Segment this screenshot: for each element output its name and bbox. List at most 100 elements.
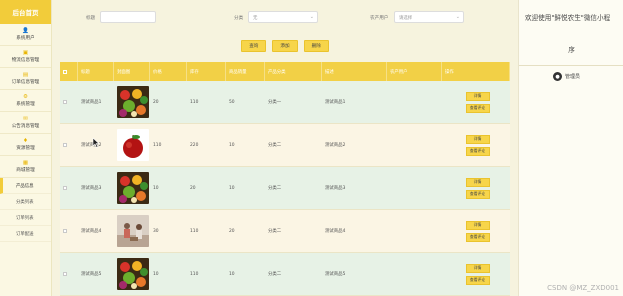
table-header: 标题 封面图 价格 库存 商品销量 产品分类 描述 农产用户 操作 <box>60 62 510 81</box>
sidebar-subnav: 产品信息 分类列表 订单列表 订单配送 <box>0 178 51 242</box>
cell-farmer <box>387 81 442 123</box>
title-filter-label: 标题 <box>86 16 96 21</box>
detail-button[interactable]: 详情 <box>465 220 490 230</box>
admin-user[interactable]: ● 管理员 <box>553 72 580 81</box>
cell-category: 分类一 <box>268 100 282 105</box>
chevron-down-icon: ⌄ <box>309 14 314 20</box>
sidebar: 后台首页 👤 系统用户 ▣ 物流信息管理 ▤ 订单信息管理 ⚙ 系统管理 ✉ 公告消息管理 ♦ 资源管… <box>0 0 52 296</box>
user-icon: 👤 <box>22 28 29 34</box>
cell-stock: 110 <box>190 271 199 277</box>
row-checkbox[interactable] <box>63 272 67 276</box>
category-filter-label: 分类 <box>234 16 244 21</box>
cell-sales: 10 <box>229 185 235 191</box>
sidebar-item-3[interactable]: ⚙ 系统管理 <box>0 90 51 112</box>
farmer-filter-label: 农产用户 <box>370 16 389 21</box>
sidebar-item-4[interactable]: ✉ 公告消息管理 <box>0 112 51 134</box>
detail-button[interactable]: 详情 <box>465 134 490 144</box>
product-cover-image <box>117 172 149 204</box>
view-reviews-button[interactable]: 查看评论 <box>465 232 490 242</box>
watermark: CSDN @MZ_ZXD001 <box>547 284 619 292</box>
add-button[interactable]: 添加 <box>272 40 298 52</box>
farmer-filter-select[interactable]: 请选择 ⌄ <box>394 11 464 23</box>
header-price: 价格 <box>150 62 187 81</box>
header-stock: 库存 <box>187 62 226 81</box>
row-checkbox[interactable] <box>63 143 67 147</box>
detail-button[interactable]: 详情 <box>465 177 490 187</box>
product-cover-image <box>117 86 149 118</box>
row-checkbox[interactable] <box>63 186 67 190</box>
sidebar-item-2[interactable]: ▤ 订单信息管理 <box>0 68 51 90</box>
cell-category: 分类二 <box>268 143 282 148</box>
view-reviews-button[interactable]: 查看评论 <box>465 275 490 285</box>
product-cover-image <box>117 215 149 247</box>
cell-stock: 110 <box>190 99 199 105</box>
sidebar-item-5[interactable]: ♦ 资源管理 <box>0 134 51 156</box>
notice-icon: ✉ <box>23 116 28 122</box>
chevron-down-icon: ⌄ <box>455 14 460 20</box>
query-button[interactable]: 查询 <box>241 40 267 52</box>
sidebar-item-label: 公告消息管理 <box>11 124 40 129</box>
mouse-pointer-icon <box>92 138 100 148</box>
header-description: 描述 <box>322 62 387 81</box>
cell-operations: 详情 查看评论 <box>442 210 510 252</box>
product-table: 标题 封面图 价格 库存 商品销量 产品分类 描述 农产用户 操作 测试商品1 2… <box>60 62 510 296</box>
sidebar-item-label: 订单信息管理 <box>11 80 40 85</box>
row-checkbox[interactable] <box>63 100 67 104</box>
cell-sales: 10 <box>229 142 235 148</box>
sidebar-item-1[interactable]: ▣ 物流信息管理 <box>0 46 51 68</box>
sidebar-subitem-2[interactable]: 订单列表 <box>0 210 51 226</box>
select-all-checkbox[interactable] <box>63 69 67 74</box>
cell-title: 测试商品5 <box>81 272 102 277</box>
cell-sales: 20 <box>229 228 235 234</box>
cell-description: 测试商品2 <box>325 143 346 148</box>
view-reviews-button[interactable]: 查看评论 <box>465 189 490 199</box>
cell-farmer <box>387 167 442 209</box>
delete-button[interactable]: 删除 <box>303 40 329 52</box>
cell-category: 分类二 <box>268 186 282 191</box>
table-row: 测试商品2 110 220 10 分类二 测试商品2 详情 查看评论 <box>60 124 510 167</box>
truck-icon: ▣ <box>22 50 29 56</box>
header-sales: 商品销量 <box>226 62 265 81</box>
cell-operations: 详情 查看评论 <box>442 253 510 295</box>
gear-icon: ⚙ <box>23 94 28 100</box>
cell-description: 测试商品4 <box>325 229 346 234</box>
avatar-icon: ● <box>553 72 562 81</box>
detail-button[interactable]: 详情 <box>465 91 490 101</box>
admin-app: 后台首页 👤 系统用户 ▣ 物流信息管理 ▤ 订单信息管理 ⚙ 系统管理 ✉ 公告消息管理 ♦ 资源管… <box>0 0 623 296</box>
cell-price: 30 <box>153 228 159 234</box>
sidebar-item-6[interactable]: ▦ 商城管理 <box>0 156 51 178</box>
cell-farmer <box>387 210 442 252</box>
welcome-text-continued: 序 <box>568 46 575 54</box>
view-reviews-button[interactable]: 查看评论 <box>465 146 490 156</box>
sidebar-subitem-3[interactable]: 订单配送 <box>0 226 51 242</box>
title-filter-input[interactable] <box>100 11 156 23</box>
divider <box>519 65 623 66</box>
sidebar-subitem-0[interactable]: 产品信息 <box>0 178 51 194</box>
welcome-panel: 欢迎使用"鲜悦农生"微信小程 序 ● 管理员 CSDN @MZ_ZXD001 <box>518 0 623 296</box>
sidebar-nav: 👤 系统用户 ▣ 物流信息管理 ▤ 订单信息管理 ⚙ 系统管理 ✉ 公告消息管理 ♦ 资源管理 ▦ 商城管… <box>0 24 51 178</box>
sidebar-item-label: 系统管理 <box>16 102 35 107</box>
sidebar-item-0[interactable]: 👤 系统用户 <box>0 24 51 46</box>
product-cover-image <box>117 258 149 290</box>
cell-description: 测试商品5 <box>325 272 346 277</box>
cell-price: 10 <box>153 271 159 277</box>
cell-sales: 50 <box>229 99 235 105</box>
filter-bar: 标题 分类 无 ⌄ 农产用户 请选择 ⌄ <box>52 10 518 26</box>
cell-stock: 110 <box>190 228 199 234</box>
header-operations: 操作 <box>442 62 510 81</box>
cell-category: 分类二 <box>268 272 282 277</box>
view-reviews-button[interactable]: 查看评论 <box>465 103 490 113</box>
admin-name: 管理员 <box>565 74 581 80</box>
detail-button[interactable]: 详情 <box>465 263 490 273</box>
row-checkbox[interactable] <box>63 229 67 233</box>
sidebar-subitem-1[interactable]: 分类列表 <box>0 194 51 210</box>
header-cover: 封面图 <box>114 62 150 81</box>
header-title: 标题 <box>78 62 114 81</box>
order-icon: ▤ <box>22 72 29 78</box>
home-brand[interactable]: 后台首页 <box>0 0 51 24</box>
cell-price: 20 <box>153 99 159 105</box>
category-filter-select[interactable]: 无 ⌄ <box>248 11 318 23</box>
resource-icon: ♦ <box>23 138 28 144</box>
cell-title: 测试商品1 <box>81 100 102 105</box>
cell-description: 测试商品3 <box>325 186 346 191</box>
